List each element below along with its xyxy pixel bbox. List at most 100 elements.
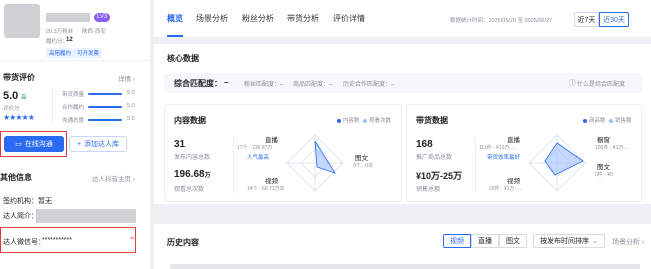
goods-count-label: 推广商品总数	[416, 155, 453, 161]
level-badge: LV3	[94, 13, 111, 22]
radar-live-sub: 17个 · 136.97万	[237, 145, 273, 151]
range-7d-label: 近7天	[577, 16, 596, 24]
tag-high-fulfillment: 高陪履约	[46, 48, 75, 58]
filter-text[interactable]: 图文	[499, 234, 527, 248]
creator-sidebar: LV3 20.3万粉丝 陕西·西安 履约分： 12 高陪履约 可开发票 带货评价…	[0, 0, 150, 269]
divider	[0, 60, 150, 61]
content-panel-title: 内容数据	[174, 116, 206, 125]
filter-live[interactable]: 直播	[471, 234, 499, 248]
legend-content: 内容数	[337, 116, 360, 124]
match-help-link[interactable]: 什么是综合匹配度	[577, 79, 625, 88]
history-thumb-strip	[170, 264, 640, 269]
content-count: 31	[174, 139, 186, 150]
creator-name	[46, 13, 90, 22]
core-data-card: 核心数据 综合匹配度： – 粉丝匹配度：– 商品匹配度：– 历史合作匹配度：– …	[154, 44, 651, 204]
range-30d-button[interactable]: 近30天	[599, 12, 629, 27]
fulfillment-label: 履约分：	[46, 39, 69, 45]
add-button-label: 添加达人库	[84, 141, 120, 148]
tab-overview[interactable]: 概览	[167, 13, 183, 24]
sales-radar-live-label: 直播	[507, 137, 520, 144]
sales-data-panel: 带货数据 商品数 销售额 168 推广商品总数 ¥10万-25万 销售总额 直播…	[406, 104, 642, 202]
intro-label: 达人简介：	[3, 213, 38, 220]
tab-scene-analysis[interactable]: 场景分析	[196, 13, 228, 24]
sales-total-label: 销售总额	[416, 187, 441, 193]
rating-title: 带货评价	[3, 73, 35, 82]
metric-bar	[88, 119, 122, 121]
radar-live-tag: 人气最高	[247, 155, 270, 161]
filter-live-label: 直播	[478, 238, 492, 245]
match-label: 综合匹配度：	[174, 79, 222, 88]
sales-radar-chart	[528, 134, 586, 192]
sort-select-label: 按发布时间排序	[540, 238, 590, 245]
legend-views: 观看次数	[363, 116, 391, 124]
radar-text-label: 图文	[355, 155, 368, 162]
sales-radar-text-label: 图文	[597, 164, 610, 171]
fans-match: 粉丝匹配度：–	[244, 82, 284, 88]
sales-radar-video-label: 视频	[507, 178, 520, 185]
goods-count: 168	[416, 139, 433, 150]
help-question-icon[interactable]: ⓘ	[569, 78, 576, 88]
match-value: –	[224, 78, 229, 87]
product-match: 商品匹配度：–	[293, 82, 333, 88]
sales-radar-live-sub: 111件 · ¥10万-…	[479, 145, 517, 151]
radar-text-sub: 0个 · 0次	[353, 163, 374, 169]
rating-score: 5.0	[3, 90, 19, 102]
sales-radar-live-tag: 带货效率最好	[487, 155, 521, 161]
content-count-label: 发布内容总数	[174, 155, 211, 161]
add-to-library-button[interactable]: + 添加达人库	[69, 136, 127, 152]
metric-bar	[88, 106, 122, 108]
plus-icon: +	[76, 140, 82, 148]
match-bar: 综合匹配度： – 粉丝匹配度：– 商品匹配度：– 历史合作匹配度：– ⓘ 什么是…	[164, 73, 642, 93]
scene-analysis-link[interactable]: 场景分析 ›	[612, 237, 644, 247]
filter-video[interactable]: 视频	[443, 234, 471, 248]
metric-bar	[88, 93, 122, 95]
legend-goods: 商品数	[583, 116, 606, 124]
metric-value: 5.0	[127, 90, 135, 96]
fans-count: 20.3万粉丝	[46, 29, 74, 35]
tag-invoice: 可开发票	[74, 48, 103, 58]
highlight-box-chat	[0, 131, 67, 157]
rating-divider	[52, 88, 53, 124]
content-data-panel: 内容数据 内容数 观看次数 31 发布内容总数 196.68万 观看总次数 直播…	[164, 104, 402, 202]
agency-info: 签约机构：暂无	[3, 198, 52, 205]
tab-fans-analysis[interactable]: 粉丝分析	[242, 13, 274, 24]
rating-stars: ★★★★★	[3, 113, 35, 122]
views-total: 196.68万	[174, 169, 211, 180]
sales-radar-video-sub: 20件 · ¥1万-…	[489, 186, 522, 192]
rating-details-link[interactable]: 详情 ›	[118, 73, 135, 83]
panel-divider	[233, 137, 234, 193]
date-range-label: 数据统计时间：2025/05/28 至 2025/06/27	[450, 18, 553, 24]
avatar	[4, 4, 40, 38]
radar-video-sub: 14个 · 60.71万次	[247, 186, 285, 192]
intro-text	[36, 209, 136, 223]
chevron-down-icon: ⌄	[592, 238, 598, 245]
sales-radar-window-label: 橱窗	[597, 137, 610, 144]
views-label: 观看总次数	[174, 187, 205, 193]
homepage-link[interactable]: 达人抖音主页 ›	[92, 173, 135, 183]
location: 陕西·西安	[82, 29, 106, 35]
metric-value: 5.0	[127, 116, 135, 122]
radar-live-label: 直播	[265, 137, 278, 144]
filter-video-label: 视频	[450, 238, 464, 245]
sales-total: ¥10万-25万	[416, 171, 463, 181]
sales-radar-window-sub: 106件 · ¥1万-…	[595, 145, 631, 151]
highlight-box-wechat	[0, 227, 136, 253]
other-info-title: 其他信息	[0, 173, 32, 182]
sort-select[interactable]: 按发布时间排序 ⌄	[533, 234, 605, 248]
content-radar-chart	[286, 134, 344, 192]
history-match: 历史合作匹配度：–	[343, 82, 395, 88]
tab-active-indicator	[167, 35, 183, 37]
metric-label: 带货质量	[62, 92, 85, 98]
metric-label: 合作履约	[62, 105, 85, 111]
legend-sales: 销售额	[609, 116, 632, 124]
rating-score-label: 评价分	[3, 106, 20, 112]
panel-divider	[475, 137, 476, 193]
history-title: 历史内容	[167, 238, 199, 247]
core-data-title: 核心数据	[167, 54, 199, 63]
rating-score-badge: 高	[21, 95, 27, 101]
range-7d-button[interactable]: 近7天	[574, 12, 599, 27]
tab-sales-analysis[interactable]: 带货分析	[287, 13, 319, 24]
tab-review-details[interactable]: 评价详情	[333, 13, 365, 24]
sales-panel-title: 带货数据	[416, 116, 448, 125]
radar-video-label: 视频	[265, 178, 278, 185]
